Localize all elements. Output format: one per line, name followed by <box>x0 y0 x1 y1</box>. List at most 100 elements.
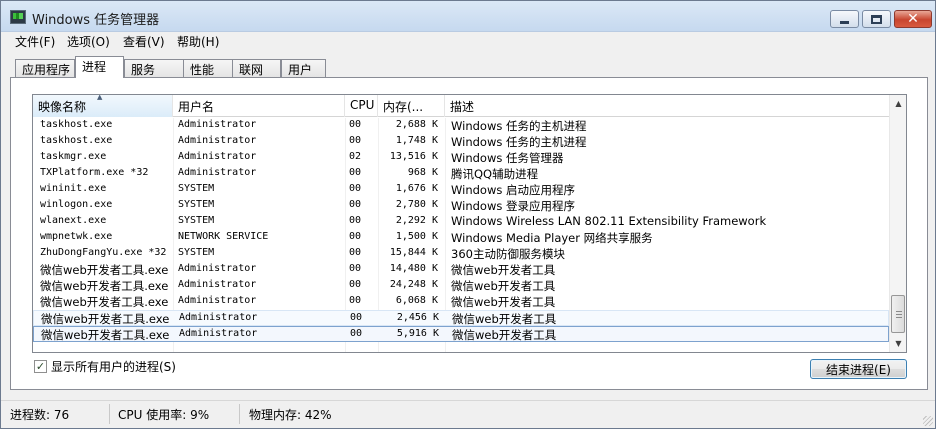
cell-cpu: 00 <box>349 295 362 306</box>
column-header-image-name[interactable]: ▲ 映像名称 <box>33 95 173 117</box>
tab-networking[interactable]: 联网 <box>232 59 281 78</box>
scroll-down-icon[interactable]: ▼ <box>890 335 906 352</box>
table-row[interactable]: 微信web开发者工具.exe Administrator 00 2,456 K 微信we… <box>33 310 889 326</box>
cell-image-name: wlanext.exe <box>40 215 107 226</box>
table-row[interactable]: winlogon.exe SYSTEM 00 2,780 K Windows 登录应用程… <box>33 198 889 214</box>
show-all-users-checkbox[interactable]: ✓ <box>34 359 47 373</box>
cell-memory: 2,780 K <box>395 199 438 210</box>
cell-cpu: 00 <box>349 199 362 210</box>
cell-user: Administrator <box>178 119 257 130</box>
cell-description: Windows 登录应用程序 <box>451 199 575 213</box>
status-divider <box>109 404 110 424</box>
minimize-icon <box>840 20 849 24</box>
close-icon: ✕ <box>907 11 919 27</box>
column-header-memory[interactable]: 内存(... <box>378 95 445 117</box>
cell-image-name: taskhost.exe <box>40 135 113 146</box>
tab-performance[interactable]: 性能 <box>183 59 233 78</box>
table-row[interactable]: 微信web开发者工具.exe Administrator 00 5,916 K 微信we… <box>33 326 889 342</box>
menu-view[interactable]: 查看(V) <box>123 33 165 50</box>
cell-description: Windows 启动应用程序 <box>451 183 575 197</box>
cell-cpu: 00 <box>349 247 362 258</box>
tab-services[interactable]: 服务 <box>124 59 184 78</box>
cell-memory: 15,844 K <box>389 247 438 258</box>
status-divider <box>239 404 240 424</box>
menu-bar: 文件(F) 选项(O) 查看(V) 帮助(H) <box>1 32 935 51</box>
table-row[interactable]: wlanext.exe SYSTEM 00 2,292 K Windows Wirele… <box>33 214 889 230</box>
cell-image-name: wininit.exe <box>40 183 107 194</box>
process-list[interactable]: ▲ 映像名称 用户名 CPU 内存(... 描述 taskhost.exe Adm… <box>32 94 907 353</box>
cell-memory: 14,480 K <box>389 263 438 274</box>
menu-file[interactable]: 文件(F) <box>15 33 55 50</box>
column-header-user[interactable]: 用户名 <box>173 95 345 117</box>
menu-options[interactable]: 选项(O) <box>67 33 110 50</box>
cell-cpu: 00 <box>349 119 362 130</box>
scroll-up-icon[interactable]: ▲ <box>890 95 906 112</box>
status-bar: 进程数: 76 CPU 使用率: 9% 物理内存: 42% <box>1 400 935 428</box>
table-row[interactable]: taskhost.exe Administrator 00 2,688 K Window… <box>33 118 889 134</box>
table-row[interactable]: taskhost.exe Administrator 00 1,748 K Window… <box>33 134 889 150</box>
cell-description: 腾讯QQ辅助进程 <box>451 167 539 181</box>
tab-users[interactable]: 用户 <box>281 59 326 78</box>
cell-image-name: 微信web开发者工具.exe <box>41 328 170 342</box>
table-row[interactable]: wmpnetwk.exe NETWORK SERVICE 00 1,500 K Wind… <box>33 230 889 246</box>
cell-user: Administrator <box>178 151 257 162</box>
cell-image-name: 微信web开发者工具.exe <box>40 295 169 309</box>
task-manager-icon <box>10 10 26 24</box>
cell-description: Windows 任务管理器 <box>451 151 564 165</box>
minimize-button[interactable] <box>830 10 859 28</box>
title-bar[interactable]: Windows 任务管理器 ✕ <box>1 1 935 32</box>
cell-user: Administrator <box>178 263 257 274</box>
cell-user: Administrator <box>178 135 257 146</box>
column-header-cpu[interactable]: CPU <box>345 95 378 117</box>
cell-memory: 2,292 K <box>395 215 438 226</box>
show-all-users-label[interactable]: 显示所有用户的进程(S) <box>51 358 176 375</box>
cell-user: SYSTEM <box>178 247 215 258</box>
menu-help[interactable]: 帮助(H) <box>177 33 219 50</box>
tab-applications[interactable]: 应用程序 <box>15 59 75 78</box>
table-row[interactable]: 微信web开发者工具.exe Administrator 00 24,248 K 微信w… <box>33 278 889 294</box>
table-row[interactable]: ZhuDongFangYu.exe *32 SYSTEM 00 15,844 K 360… <box>33 246 889 262</box>
cell-cpu: 00 <box>349 215 362 226</box>
status-cpu-usage: CPU 使用率: 9% <box>118 408 210 422</box>
thumb-grip <box>896 314 902 315</box>
cell-user: Administrator <box>179 328 258 339</box>
cell-memory: 6,068 K <box>395 295 438 306</box>
tab-processes[interactable]: 进程 <box>75 56 124 78</box>
task-manager-window: Windows 任务管理器 ✕ 文件(F) 选项(O) 查看(V) 帮助(H) … <box>0 0 936 429</box>
vertical-scrollbar[interactable]: ▲ ▼ <box>889 95 906 352</box>
cell-user: SYSTEM <box>178 199 215 210</box>
cell-memory: 2,688 K <box>395 119 438 130</box>
resize-grip-icon[interactable] <box>923 416 933 426</box>
checkmark-icon: ✓ <box>35 359 46 373</box>
maximize-button[interactable] <box>862 10 891 28</box>
close-button[interactable]: ✕ <box>894 10 932 28</box>
table-row[interactable]: wininit.exe SYSTEM 00 1,676 K Windows 启动应用程序 <box>33 182 889 198</box>
table-row[interactable]: taskmgr.exe Administrator 02 13,516 K Window… <box>33 150 889 166</box>
end-process-button[interactable]: 结束进程(E) <box>810 359 907 379</box>
cell-image-name: taskhost.exe <box>40 119 113 130</box>
cell-description: 微信web开发者工具 <box>452 328 557 342</box>
cell-image-name: 微信web开发者工具.exe <box>40 279 169 293</box>
table-row[interactable]: TXPlatform.exe *32 Administrator 00 968 K 腾讯… <box>33 166 889 182</box>
cell-cpu: 00 <box>349 279 362 290</box>
status-process-count: 进程数: 76 <box>10 408 70 422</box>
cell-memory: 13,516 K <box>389 151 438 162</box>
cell-image-name: TXPlatform.exe *32 <box>40 167 149 178</box>
cell-image-name: taskmgr.exe <box>40 151 107 162</box>
cell-user: Administrator <box>178 295 257 306</box>
show-all-users-option[interactable]: ✓ 显示所有用户的进程(S) <box>34 358 176 374</box>
cell-user: NETWORK SERVICE <box>178 231 269 242</box>
cell-image-name: winlogon.exe <box>40 199 113 210</box>
cell-image-name: 微信web开发者工具.exe <box>40 263 169 277</box>
cell-memory: 1,748 K <box>395 135 438 146</box>
scroll-thumb[interactable] <box>891 295 905 333</box>
cell-image-name: 微信web开发者工具.exe <box>41 312 170 326</box>
column-header-description[interactable]: 描述 <box>445 95 889 117</box>
table-row[interactable]: 微信web开发者工具.exe Administrator 00 14,480 K 微信w… <box>33 262 889 278</box>
table-row[interactable]: 微信web开发者工具.exe Administrator 00 6,068 K 微信we… <box>33 294 889 310</box>
cell-memory: 1,500 K <box>395 231 438 242</box>
cell-description: Windows Wireless LAN 802.11 Extensibilit… <box>451 214 767 228</box>
column-header-image-name-label: 映像名称 <box>38 100 87 114</box>
sort-ascending-icon: ▲ <box>97 94 103 101</box>
cell-cpu: 00 <box>349 231 362 242</box>
